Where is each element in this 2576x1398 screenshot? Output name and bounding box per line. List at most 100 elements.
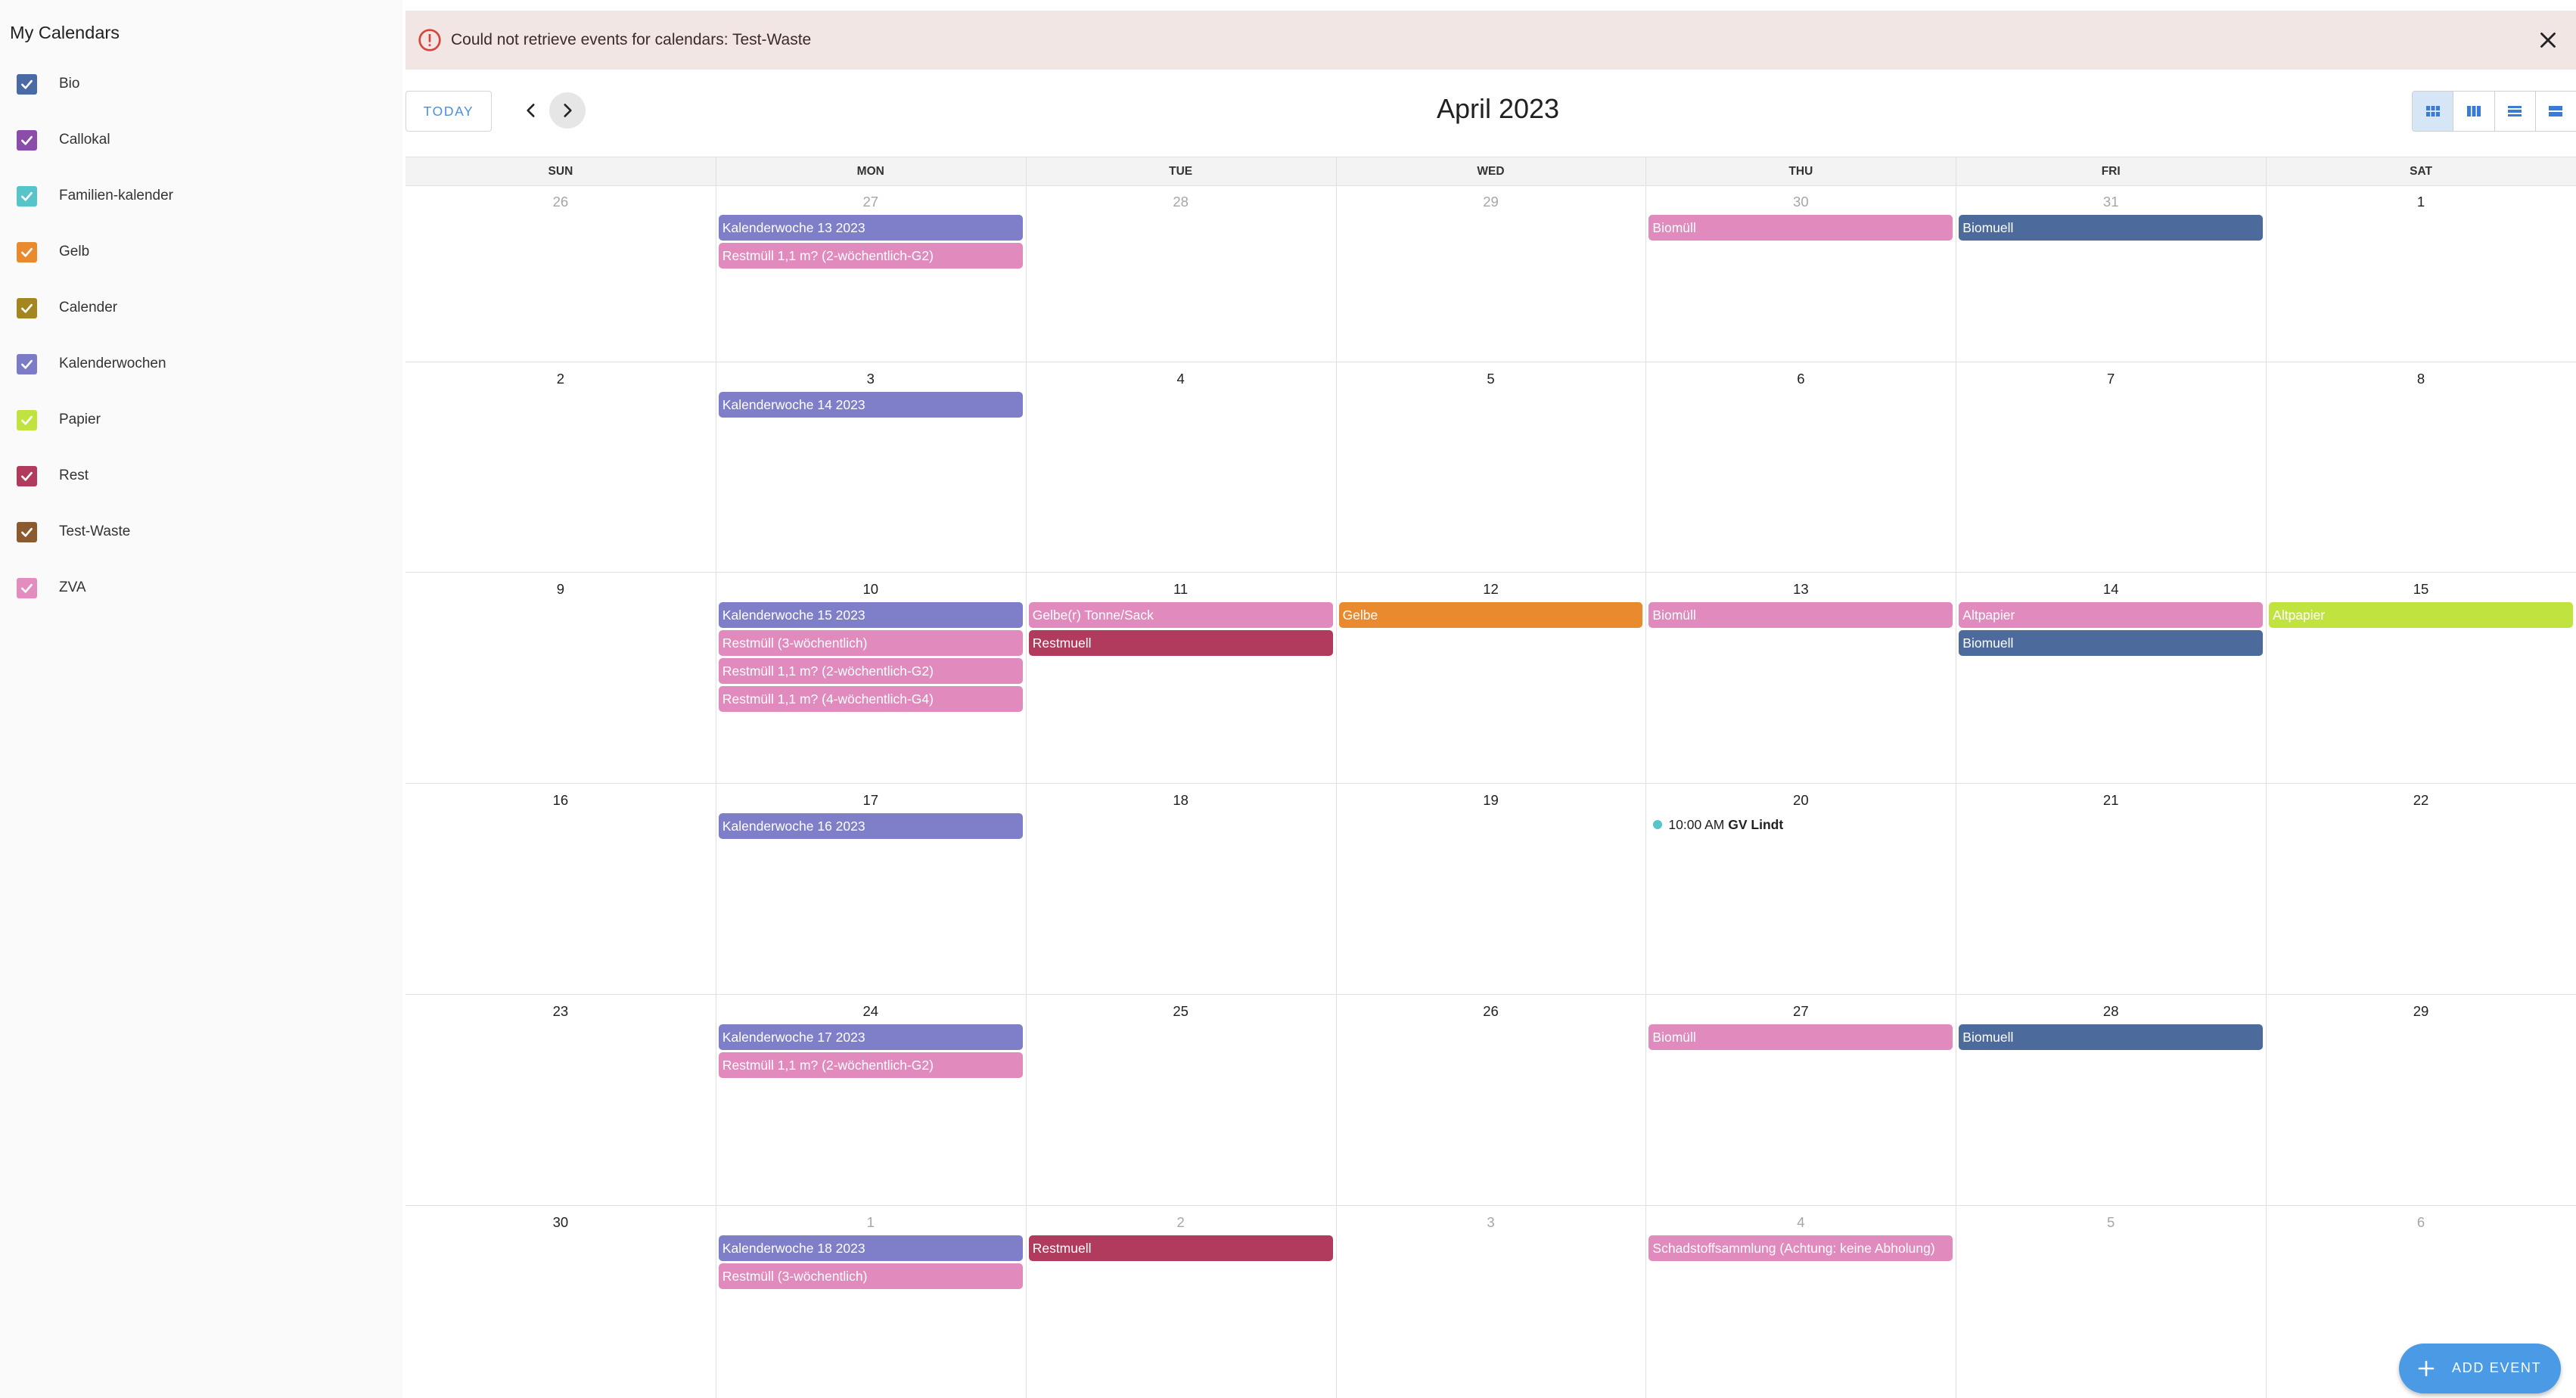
day-number[interactable]: 27 bbox=[1645, 1003, 1956, 1020]
day-number[interactable]: 6 bbox=[2266, 1214, 2576, 1231]
event-chip[interactable]: Biomuell bbox=[1959, 215, 2264, 241]
previous-month-button[interactable] bbox=[513, 92, 549, 129]
timed-event[interactable]: 10:00 AM GV Lindt bbox=[1653, 813, 1783, 836]
day-cell[interactable] bbox=[406, 362, 716, 572]
checkbox-checked-icon[interactable] bbox=[17, 298, 37, 318]
day-number[interactable]: 27 bbox=[716, 194, 1026, 210]
calendar-item[interactable]: Familien-kalender bbox=[17, 180, 380, 210]
day-cell[interactable] bbox=[1336, 362, 1646, 572]
day-cell[interactable] bbox=[1956, 1205, 2266, 1398]
day-cell[interactable] bbox=[1956, 783, 2266, 994]
day-number[interactable]: 17 bbox=[716, 792, 1026, 809]
checkbox-checked-icon[interactable] bbox=[17, 130, 37, 151]
week-view-button[interactable] bbox=[2453, 92, 2495, 131]
checkbox-checked-icon[interactable] bbox=[17, 74, 37, 95]
day-number[interactable]: 29 bbox=[2266, 1003, 2576, 1020]
day-number[interactable]: 4 bbox=[1645, 1214, 1956, 1231]
day-cell[interactable] bbox=[2266, 783, 2576, 994]
day-number[interactable]: 6 bbox=[1645, 371, 1956, 387]
calendar-item[interactable]: Calender bbox=[17, 292, 380, 322]
day-cell[interactable] bbox=[406, 1205, 716, 1398]
day-number[interactable]: 5 bbox=[1336, 371, 1646, 387]
event-chip[interactable]: Restmüll (3-wöchentlich) bbox=[718, 1263, 1023, 1289]
day-cell[interactable] bbox=[1645, 362, 1956, 572]
event-chip[interactable]: Kalenderwoche 18 2023 bbox=[718, 1235, 1023, 1261]
calendar-item[interactable]: Kalenderwochen bbox=[17, 348, 380, 378]
day-number[interactable]: 31 bbox=[1956, 194, 2266, 210]
day-number[interactable]: 30 bbox=[1645, 194, 1956, 210]
day-number[interactable]: 2 bbox=[406, 371, 716, 387]
calendar-item[interactable]: Callokal bbox=[17, 124, 380, 154]
event-chip[interactable]: Restmuell bbox=[1028, 630, 1333, 656]
day-cell[interactable] bbox=[1336, 185, 1646, 362]
day-number[interactable]: 29 bbox=[1336, 194, 1646, 210]
checkbox-checked-icon[interactable] bbox=[17, 466, 37, 486]
day-number[interactable]: 22 bbox=[2266, 792, 2576, 809]
day-number[interactable]: 8 bbox=[2266, 371, 2576, 387]
event-chip[interactable]: Restmüll (3-wöchentlich) bbox=[718, 630, 1023, 656]
checkbox-checked-icon[interactable] bbox=[17, 242, 37, 263]
day-cell[interactable] bbox=[2266, 185, 2576, 362]
day-cell[interactable] bbox=[2266, 362, 2576, 572]
close-icon[interactable] bbox=[2535, 27, 2561, 53]
day-cell[interactable] bbox=[1026, 362, 1336, 572]
event-chip[interactable]: Kalenderwoche 13 2023 bbox=[718, 215, 1023, 241]
event-chip[interactable]: Biomuell bbox=[1959, 630, 2264, 656]
event-chip[interactable]: Biomüll bbox=[1648, 215, 1953, 241]
day-number[interactable]: 9 bbox=[406, 581, 716, 598]
next-month-button[interactable] bbox=[549, 92, 586, 129]
day-number[interactable]: 24 bbox=[716, 1003, 1026, 1020]
day-number[interactable]: 15 bbox=[2266, 581, 2576, 598]
day-number[interactable]: 11 bbox=[1026, 581, 1336, 598]
calendar-item[interactable]: Test-Waste bbox=[17, 516, 380, 546]
day-cell[interactable] bbox=[1336, 783, 1646, 994]
day-number[interactable]: 3 bbox=[716, 371, 1026, 387]
day-number[interactable]: 26 bbox=[406, 194, 716, 210]
day-number[interactable]: 14 bbox=[1956, 581, 2266, 598]
calendar-item[interactable]: Bio bbox=[17, 68, 380, 98]
day-number[interactable]: 1 bbox=[716, 1214, 1026, 1231]
event-chip[interactable]: Kalenderwoche 17 2023 bbox=[718, 1024, 1023, 1050]
day-cell[interactable] bbox=[1956, 185, 2266, 362]
day-number[interactable]: 25 bbox=[1026, 1003, 1336, 1020]
add-event-button[interactable]: ADD EVENT bbox=[2399, 1344, 2561, 1393]
day-view-button[interactable] bbox=[2495, 92, 2536, 131]
event-chip[interactable]: Biomüll bbox=[1648, 602, 1953, 628]
event-chip[interactable]: Kalenderwoche 14 2023 bbox=[718, 392, 1023, 418]
day-cell[interactable] bbox=[1645, 1205, 1956, 1398]
checkbox-checked-icon[interactable] bbox=[17, 522, 37, 542]
checkbox-checked-icon[interactable] bbox=[17, 186, 37, 207]
calendar-item[interactable]: Gelb bbox=[17, 236, 380, 266]
day-cell[interactable] bbox=[1336, 994, 1646, 1205]
event-chip[interactable]: Restmüll 1,1 m? (4-wöchentlich-G4) bbox=[718, 686, 1023, 712]
calendar-item[interactable]: Papier bbox=[17, 404, 380, 434]
day-number[interactable]: 18 bbox=[1026, 792, 1336, 809]
checkbox-checked-icon[interactable] bbox=[17, 354, 37, 374]
day-cell[interactable] bbox=[1336, 1205, 1646, 1398]
day-cell[interactable] bbox=[406, 572, 716, 783]
calendar-item[interactable]: ZVA bbox=[17, 572, 380, 602]
event-chip[interactable]: Restmüll 1,1 m? (2-wöchentlich-G2) bbox=[718, 243, 1023, 269]
list-view-button[interactable] bbox=[2536, 92, 2576, 131]
day-cell[interactable] bbox=[1026, 783, 1336, 994]
today-button[interactable]: TODAY bbox=[406, 91, 492, 132]
day-cell[interactable] bbox=[716, 185, 1026, 362]
day-number[interactable]: 7 bbox=[1956, 371, 2266, 387]
day-number[interactable]: 2 bbox=[1026, 1214, 1336, 1231]
day-cell[interactable] bbox=[1956, 362, 2266, 572]
day-number[interactable]: 19 bbox=[1336, 792, 1646, 809]
day-number[interactable]: 13 bbox=[1645, 581, 1956, 598]
day-cell[interactable] bbox=[1026, 1205, 1336, 1398]
day-cell[interactable] bbox=[406, 185, 716, 362]
day-number[interactable]: 1 bbox=[2266, 194, 2576, 210]
day-number[interactable]: 21 bbox=[1956, 792, 2266, 809]
day-cell[interactable] bbox=[1026, 994, 1336, 1205]
event-chip[interactable]: Altpapier bbox=[2269, 602, 2573, 628]
day-number[interactable]: 4 bbox=[1026, 371, 1336, 387]
day-number[interactable]: 20 bbox=[1645, 792, 1956, 809]
day-number[interactable]: 23 bbox=[406, 1003, 716, 1020]
day-cell[interactable] bbox=[2266, 994, 2576, 1205]
day-number[interactable]: 16 bbox=[406, 792, 716, 809]
month-view-button[interactable] bbox=[2413, 92, 2454, 131]
day-cell[interactable] bbox=[406, 994, 716, 1205]
